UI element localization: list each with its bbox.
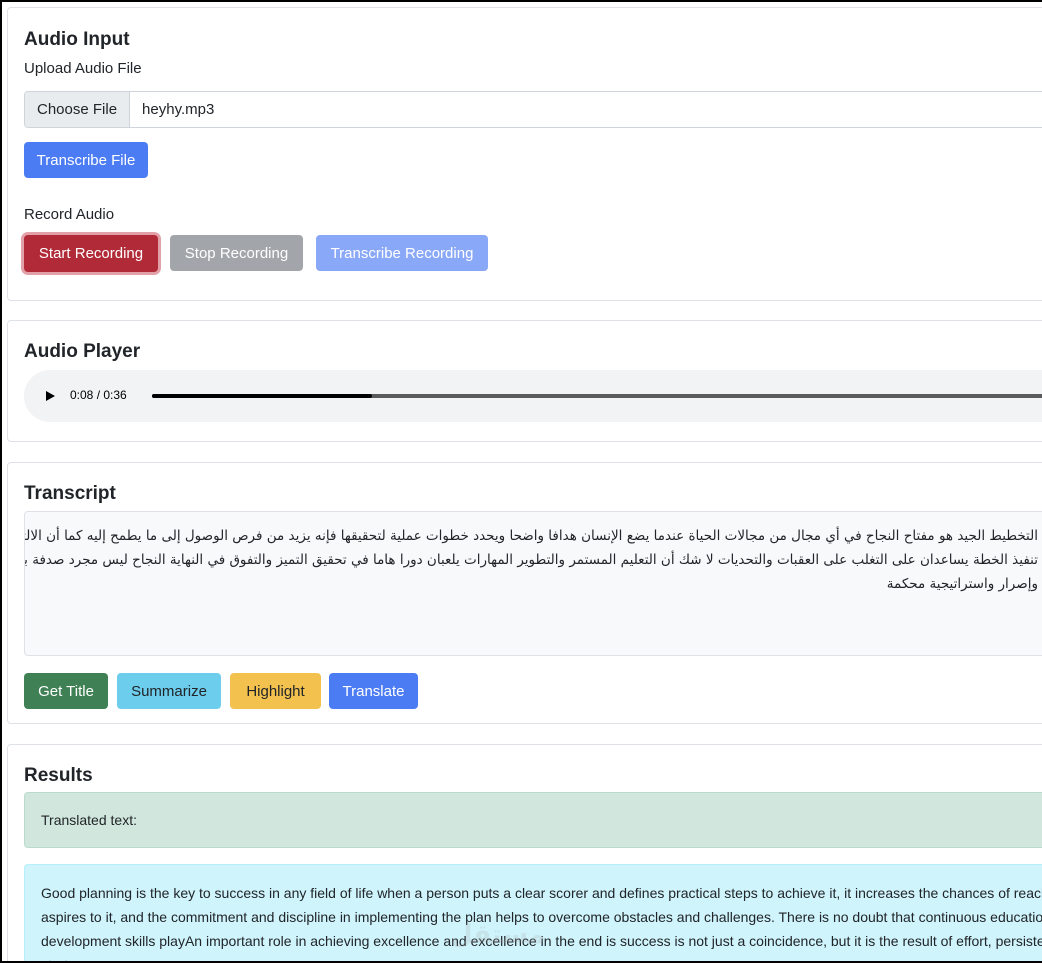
audio-progress-track[interactable] — [152, 394, 1042, 398]
record-audio-label: Record Audio — [24, 206, 115, 223]
transcript-textarea[interactable]: التخطيط الجيد هو مفتاح النجاح في أي مجال… — [24, 511, 1042, 656]
start-recording-button[interactable]: Start Recording — [24, 235, 158, 272]
transcript-card: Transcript التخطيط الجيد هو مفتاح النجاح… — [7, 462, 1042, 724]
transcribe-file-button[interactable]: Transcribe File — [24, 142, 148, 178]
audio-file-input[interactable]: Choose File heyhy.mp3 — [24, 91, 1042, 128]
translate-button[interactable]: Translate — [329, 673, 418, 709]
play-icon[interactable] — [46, 391, 55, 401]
transcript-text: التخطيط الجيد هو مفتاح النجاح في أي مجال… — [24, 528, 1038, 592]
audio-input-card: Audio Input Upload Audio File Choose Fil… — [7, 7, 1042, 301]
selected-file-name: heyhy.mp3 — [142, 101, 215, 118]
audio-input-title: Audio Input — [24, 29, 130, 50]
choose-file-button[interactable]: Choose File — [25, 92, 131, 127]
app-frame: Audio Input Upload Audio File Choose Fil… — [2, 2, 1042, 961]
audio-progress-fill — [152, 394, 372, 398]
summarize-button[interactable]: Summarize — [117, 673, 221, 709]
audio-player-title: Audio Player — [24, 341, 141, 362]
transcribe-recording-button[interactable]: Transcribe Recording — [316, 235, 488, 271]
get-title-button[interactable]: Get Title — [24, 673, 108, 709]
results-title: Results — [24, 765, 93, 786]
stop-recording-button[interactable]: Stop Recording — [170, 235, 303, 271]
highlight-button[interactable]: Highlight — [230, 673, 321, 709]
audio-player-card: Audio Player 0:08 / 0:36 — [7, 320, 1042, 442]
translation-status-alert: Translated text: — [24, 792, 1042, 848]
audio-player[interactable]: 0:08 / 0:36 — [24, 370, 1042, 422]
translation-status-text: Translated text: — [41, 812, 137, 828]
transcript-title: Transcript — [24, 483, 116, 504]
watermark-logo: مستقل — [450, 920, 546, 950]
upload-audio-label: Upload Audio File — [24, 60, 142, 77]
audio-time: 0:08 / 0:36 — [70, 388, 127, 402]
